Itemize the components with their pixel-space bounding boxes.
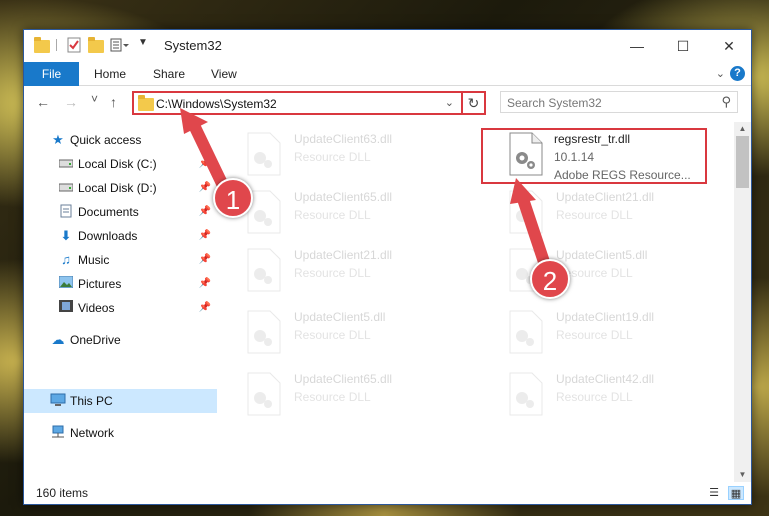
annotation-badge-2: 2 — [530, 259, 570, 299]
annotation-arrow-2 — [510, 178, 552, 274]
annotation-overlay — [180, 108, 552, 274]
annotation-badge-1: 1 — [213, 178, 253, 218]
